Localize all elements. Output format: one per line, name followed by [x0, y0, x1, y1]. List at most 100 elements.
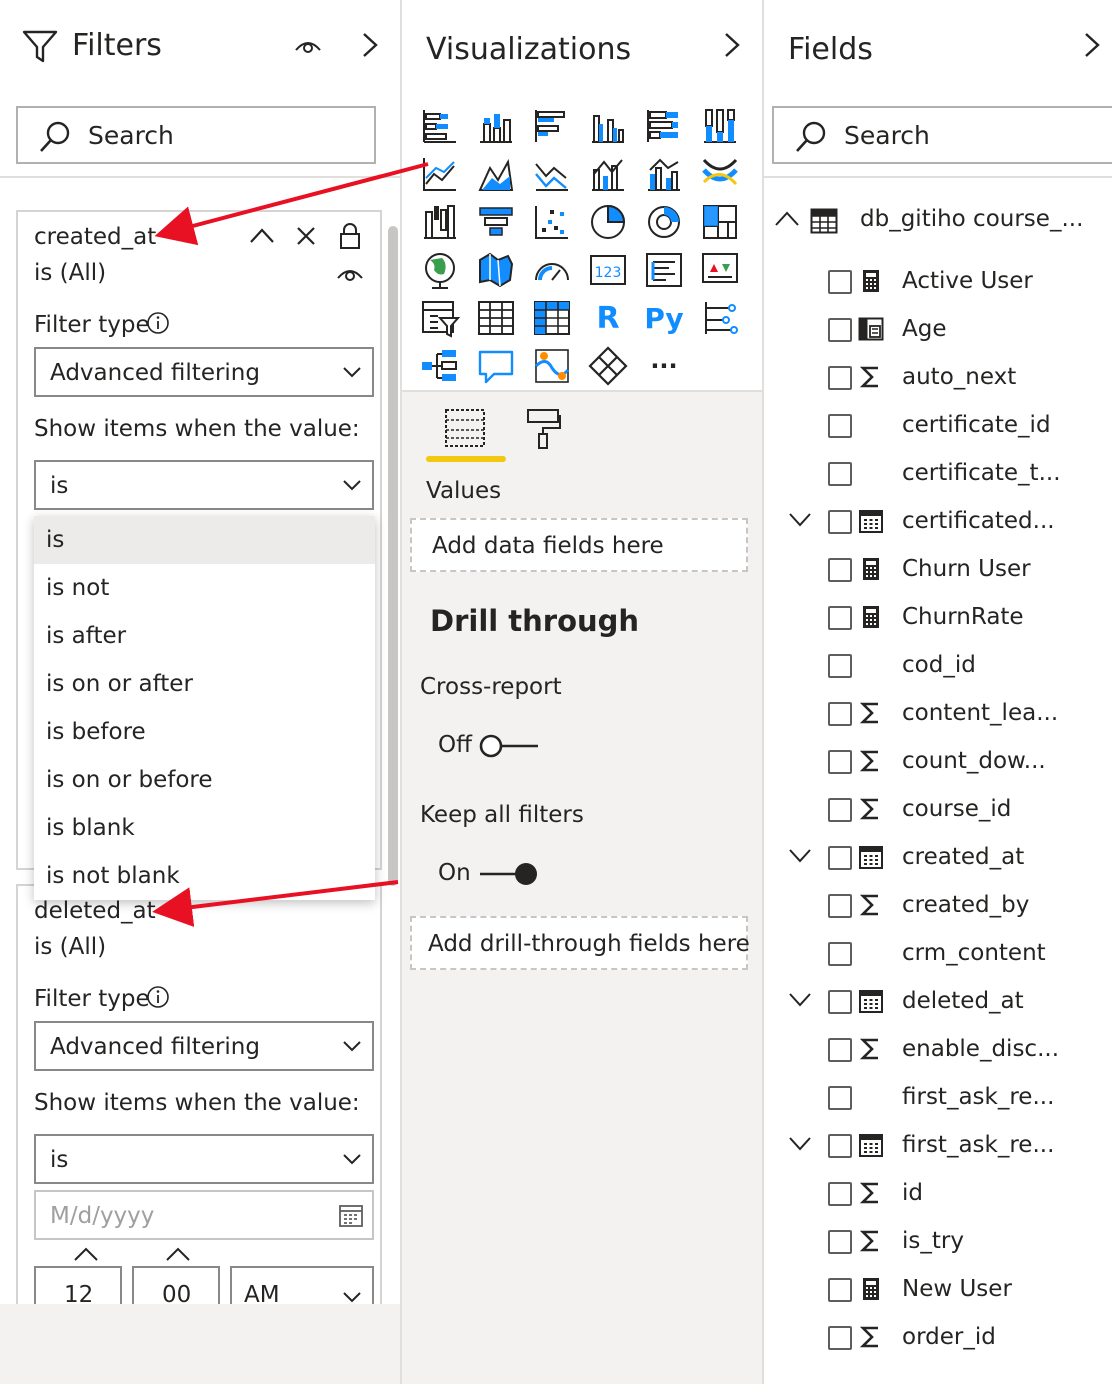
line-chart-icon[interactable]	[420, 154, 460, 194]
field-checkbox[interactable]	[828, 894, 852, 918]
field-item[interactable]: auto_next	[764, 354, 1112, 402]
100-stacked-column-chart-icon[interactable]	[700, 106, 740, 146]
field-item[interactable]: Churn User	[764, 546, 1112, 594]
key-influencers-icon[interactable]	[700, 298, 740, 338]
line-and-clustered-column-icon[interactable]	[644, 154, 684, 194]
decomposition-tree-icon[interactable]	[420, 346, 460, 386]
table-icon[interactable]	[476, 298, 516, 338]
expand-chevron-down-icon[interactable]	[788, 990, 812, 1010]
scatter-chart-icon[interactable]	[532, 202, 572, 242]
field-item[interactable]: New User	[764, 1266, 1112, 1314]
add-data-fields-well[interactable]: Add data fields here	[410, 518, 748, 572]
eye-icon[interactable]	[294, 36, 322, 56]
field-checkbox[interactable]	[828, 1086, 852, 1110]
date-input[interactable]: M/d/yyyy	[34, 1190, 374, 1240]
funnel-icon[interactable]	[476, 202, 516, 242]
field-item[interactable]: certificated...	[764, 498, 1112, 546]
field-checkbox[interactable]	[828, 606, 852, 630]
field-item[interactable]: first_ask_re...	[764, 1074, 1112, 1122]
python-script-icon[interactable]: Py	[644, 298, 684, 338]
field-checkbox[interactable]	[828, 654, 852, 678]
collapse-table-chevron-icon[interactable]	[774, 210, 800, 228]
field-checkbox[interactable]	[828, 270, 852, 294]
condition-option-is-on-or-before[interactable]: is on or before	[34, 756, 375, 804]
filters-search-box[interactable]: Search	[16, 106, 376, 164]
condition-dropdown[interactable]: is	[34, 460, 374, 510]
multi-row-card-icon[interactable]	[644, 250, 684, 290]
donut-chart-icon[interactable]	[644, 202, 684, 242]
arcgis-map-icon[interactable]	[532, 346, 572, 386]
hour-up-chevron-icon[interactable]	[72, 1246, 100, 1262]
waterfall-chart-icon[interactable]	[420, 202, 460, 242]
field-checkbox[interactable]	[828, 702, 852, 726]
field-checkbox[interactable]	[828, 1230, 852, 1254]
field-item[interactable]: count_dow...	[764, 738, 1112, 786]
field-item[interactable]: created_by	[764, 882, 1112, 930]
condition-option-is-after[interactable]: is after	[34, 612, 375, 660]
field-item[interactable]: certificate_t...	[764, 450, 1112, 498]
field-checkbox[interactable]	[828, 942, 852, 966]
field-item[interactable]: content_lea...	[764, 690, 1112, 738]
condition-option-is-before[interactable]: is before	[34, 708, 375, 756]
fields-tab-icon[interactable]	[444, 408, 486, 448]
condition-option-is[interactable]: is	[34, 516, 375, 564]
info-icon[interactable]	[146, 985, 170, 1009]
field-checkbox[interactable]	[828, 510, 852, 534]
field-item[interactable]: course_id	[764, 786, 1112, 834]
stacked-area-chart-icon[interactable]	[532, 154, 572, 194]
more-visuals-icon[interactable]: ···	[644, 346, 684, 386]
field-item[interactable]: Active User	[764, 258, 1112, 306]
clustered-bar-chart-icon[interactable]	[532, 106, 572, 146]
field-checkbox[interactable]	[828, 798, 852, 822]
field-item[interactable]: first_ask_re...	[764, 1122, 1112, 1170]
condition-dropdown[interactable]: is	[34, 1134, 374, 1184]
field-item[interactable]: is_try	[764, 1218, 1112, 1266]
field-checkbox[interactable]	[828, 366, 852, 390]
field-item[interactable]: enable_disc...	[764, 1026, 1112, 1074]
calendar-icon[interactable]	[338, 1202, 364, 1228]
field-item[interactable]: id	[764, 1170, 1112, 1218]
stacked-bar-chart-icon[interactable]	[420, 106, 460, 146]
info-icon[interactable]	[146, 311, 170, 335]
condition-option-is-not[interactable]: is not	[34, 564, 375, 612]
field-checkbox[interactable]	[828, 750, 852, 774]
field-checkbox[interactable]	[828, 1134, 852, 1158]
line-and-stacked-column-icon[interactable]	[588, 154, 628, 194]
add-drill-through-well[interactable]: Add drill-through fields here	[410, 916, 750, 970]
filter-type-dropdown[interactable]: Advanced filtering	[34, 1021, 374, 1071]
card-eye-icon[interactable]	[336, 264, 364, 284]
collapse-card-chevron-icon[interactable]	[248, 226, 276, 246]
field-item[interactable]: created_at	[764, 834, 1112, 882]
field-checkbox[interactable]	[828, 1326, 852, 1350]
area-chart-icon[interactable]	[476, 154, 516, 194]
field-item[interactable]: Age	[764, 306, 1112, 354]
expand-chevron-down-icon[interactable]	[788, 510, 812, 530]
field-checkbox[interactable]	[828, 1038, 852, 1062]
treemap-icon[interactable]	[700, 202, 740, 242]
slicer-icon[interactable]	[420, 298, 460, 338]
expand-chevron-down-icon[interactable]	[788, 1134, 812, 1154]
card-icon[interactable]: 123	[588, 250, 628, 290]
clear-filter-x-icon[interactable]	[296, 226, 316, 246]
filled-map-icon[interactable]	[476, 250, 516, 290]
clustered-column-chart-icon[interactable]	[588, 106, 628, 146]
field-checkbox[interactable]	[828, 990, 852, 1014]
condition-option-is-not-blank[interactable]: is not blank	[34, 852, 375, 900]
100-stacked-bar-chart-icon[interactable]	[644, 106, 684, 146]
field-checkbox[interactable]	[828, 462, 852, 486]
map-icon[interactable]	[420, 250, 460, 290]
power-apps-icon[interactable]	[588, 346, 628, 386]
field-checkbox[interactable]	[828, 1278, 852, 1302]
collapse-fields-chevron-icon[interactable]	[1078, 30, 1108, 60]
lock-icon[interactable]	[338, 222, 362, 250]
field-checkbox[interactable]	[828, 1182, 852, 1206]
keep-all-filters-toggle[interactable]	[478, 860, 542, 888]
field-checkbox[interactable]	[828, 558, 852, 582]
stacked-column-chart-icon[interactable]	[476, 106, 516, 146]
filters-scrollbar[interactable]	[388, 226, 398, 886]
format-paint-roller-icon[interactable]	[526, 408, 562, 450]
field-item[interactable]: deleted_at	[764, 978, 1112, 1026]
field-checkbox[interactable]	[828, 846, 852, 870]
condition-option-is-on-or-after[interactable]: is on or after	[34, 660, 375, 708]
matrix-icon[interactable]	[532, 298, 572, 338]
